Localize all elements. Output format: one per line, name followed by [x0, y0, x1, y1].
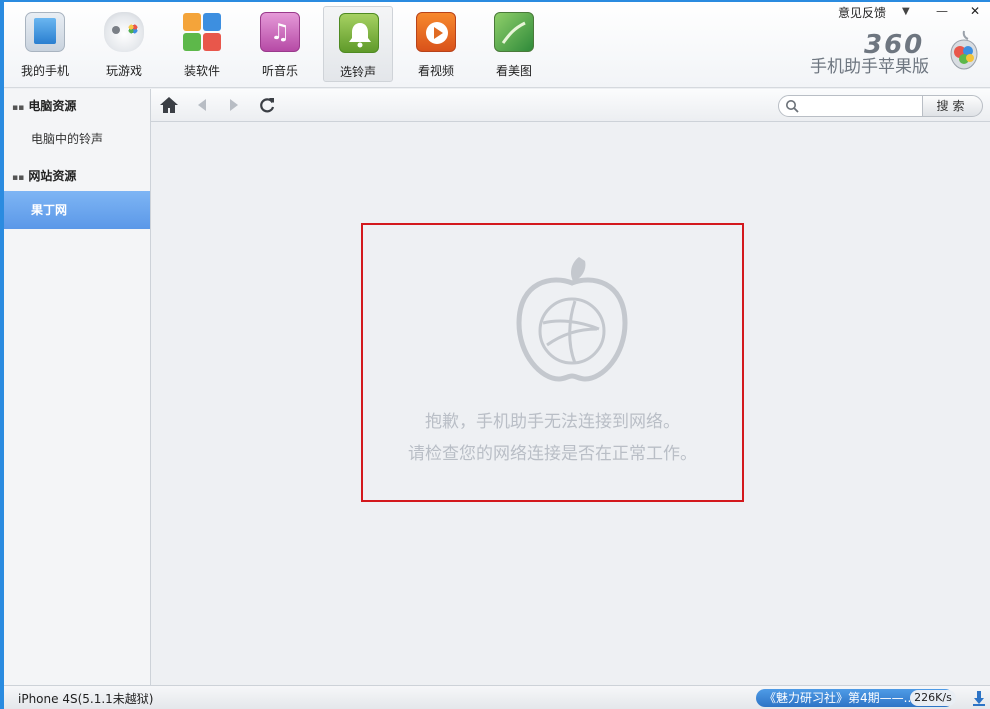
- bullet-icon: ▪▪: [12, 173, 25, 183]
- sidebar-section-title: 电脑资源: [28, 99, 77, 113]
- sidebar-section-title: 网站资源: [28, 169, 77, 183]
- bell-icon: [339, 13, 379, 53]
- nav-apps[interactable]: 装软件: [167, 6, 237, 82]
- refresh-icon[interactable]: [257, 95, 277, 115]
- nav-label: 听音乐: [261, 64, 298, 78]
- menu-dropdown-icon[interactable]: ▼: [902, 6, 910, 17]
- nav-ringtones[interactable]: 选铃声: [323, 6, 393, 82]
- forward-arrow-icon[interactable]: [224, 95, 244, 115]
- search-icon: [786, 100, 799, 113]
- apps-icon: [182, 12, 222, 52]
- back-arrow-icon[interactable]: [192, 95, 212, 115]
- colorful-apple-logo-icon: [950, 30, 978, 70]
- nav-label: 装软件: [183, 64, 220, 78]
- photo-icon: [494, 12, 534, 52]
- error-message-line1: 抱歉，手机助手无法连接到网络。: [425, 412, 680, 432]
- network-error-panel: 抱歉，手机助手无法连接到网络。 请检查您的网络连接是否在正常工作。: [361, 223, 744, 502]
- gamepad-icon: [104, 12, 144, 52]
- feedback-link[interactable]: 意见反馈: [838, 4, 886, 21]
- download-arrow-icon[interactable]: [972, 690, 986, 706]
- browser-toolbar: 搜索: [151, 89, 990, 122]
- nav-videos[interactable]: 看视频: [401, 6, 471, 82]
- sidebar-item-computer-ringtones[interactable]: 电脑中的铃声: [4, 120, 150, 158]
- minimize-icon[interactable]: —: [936, 4, 948, 18]
- nav-label: 我的手机: [20, 64, 69, 78]
- nav-music[interactable]: ♫ 听音乐: [245, 6, 315, 82]
- brand-logo-subtitle: 手机助手苹果版: [810, 57, 929, 77]
- bullet-icon: ▪▪: [12, 103, 25, 113]
- error-message-line2: 请检查您的网络连接是否在正常工作。: [408, 444, 697, 464]
- nav-label: 玩游戏: [105, 64, 142, 78]
- sidebar-section-computer[interactable]: ▪▪ 电脑资源: [12, 97, 76, 114]
- music-note-icon: ♫: [260, 12, 300, 52]
- download-speed-badge: 226K/s: [910, 690, 956, 706]
- phone-icon: [25, 12, 65, 52]
- top-navigation-bar: 我的手机 玩游戏 装软件 ♫ 听音乐 选铃声 看视频 看美图 意见反馈 ▼ — …: [4, 2, 990, 88]
- nav-games[interactable]: 玩游戏: [89, 6, 159, 82]
- nav-label: 选铃声: [339, 65, 376, 79]
- close-icon[interactable]: ✕: [970, 4, 980, 18]
- nav-photos[interactable]: 看美图: [479, 6, 549, 82]
- play-icon: [416, 12, 456, 52]
- sidebar-item-guodingwang[interactable]: 果丁网: [4, 191, 150, 229]
- search-input[interactable]: [778, 95, 923, 117]
- sidebar-section-websites[interactable]: ▪▪ 网站资源: [12, 167, 76, 184]
- device-status-label[interactable]: iPhone 4S(5.1.1未越狱): [18, 690, 153, 707]
- nav-label: 看美图: [495, 64, 532, 78]
- home-icon[interactable]: [159, 95, 179, 115]
- sidebar: ▪▪ 电脑资源 电脑中的铃声 ▪▪ 网站资源 果丁网: [4, 89, 151, 685]
- status-bar: iPhone 4S(5.1.1未越狱) 《魅力研习社》第4期——... 226K…: [4, 685, 990, 709]
- nav-my-phone[interactable]: 我的手机: [10, 6, 80, 82]
- search-button[interactable]: 搜索: [922, 95, 983, 117]
- nav-label: 看视频: [417, 64, 454, 78]
- apple-logo-icon: [516, 257, 628, 382]
